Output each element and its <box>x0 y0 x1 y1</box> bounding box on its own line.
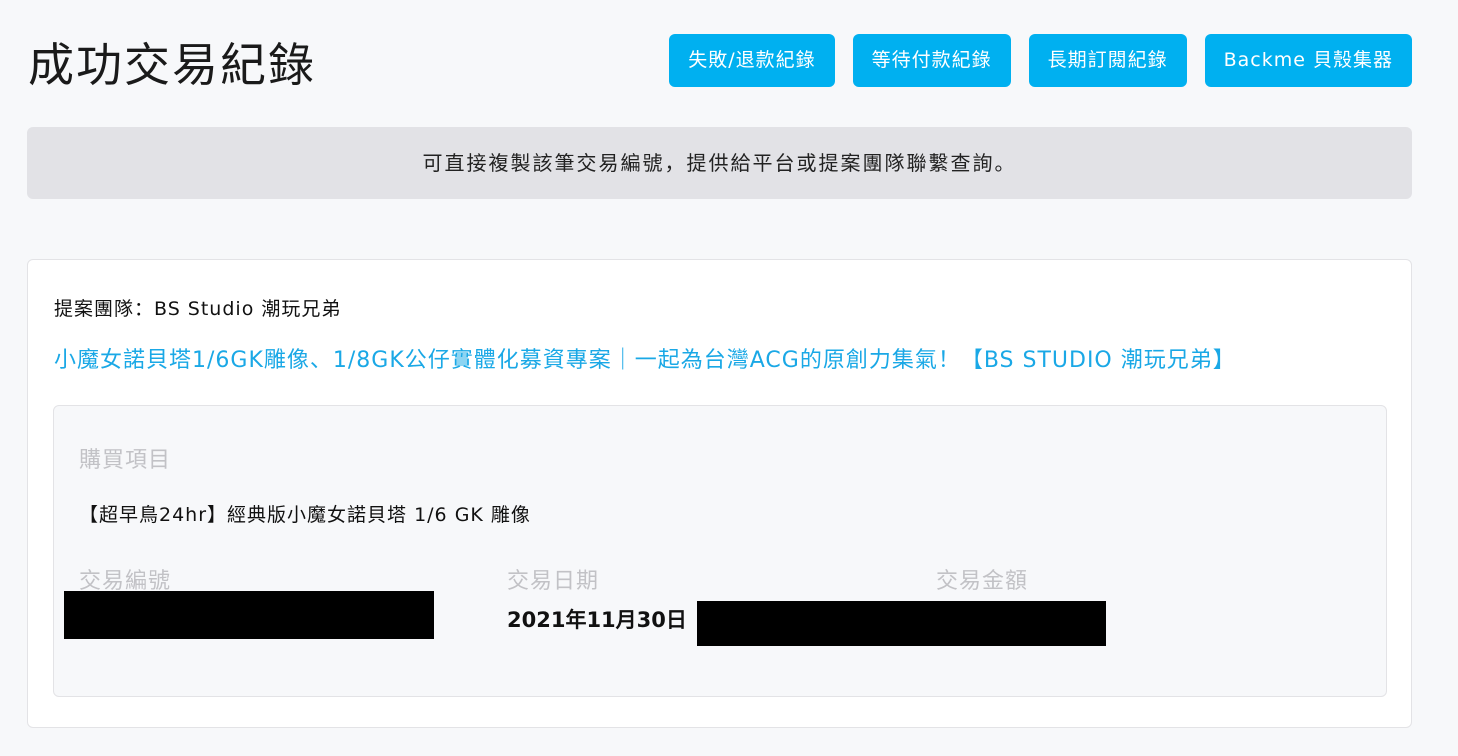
page-title: 成功交易紀錄 <box>28 38 316 92</box>
project-title-link[interactable]: 小魔女諾貝塔1/6GK雕像、1/8GK公仔實體化募資專案｜一起為台灣ACG的原創… <box>54 342 1236 374</box>
transaction-id-redaction <box>64 591 434 639</box>
purchase-item-label: 購買項目 <box>79 448 172 473</box>
purchase-item-name: 【超早鳥24hr】經典版小魔女諾貝塔 1/6 GK 雕像 <box>79 504 531 526</box>
nav-button-group: 失敗/退款紀錄 等待付款紀錄 長期訂閱紀錄 Backme 貝殼集器 <box>669 34 1412 87</box>
transaction-detail-panel: 購買項目 【超早鳥24hr】經典版小魔女諾貝塔 1/6 GK 雕像 交易編號 交… <box>53 405 1387 697</box>
transaction-time-amount-redaction <box>697 601 1106 646</box>
transaction-date-label: 交易日期 <box>507 569 600 594</box>
transaction-amount-label: 交易金額 <box>936 569 1029 594</box>
notice-banner: 可直接複製該筆交易編號，提供給平台或提案團隊聯繫查詢。 <box>27 127 1412 199</box>
failed-refund-records-button[interactable]: 失敗/退款紀錄 <box>669 34 835 87</box>
proposal-team-line: 提案團隊：BS Studio 潮玩兄弟 <box>54 298 342 320</box>
subscription-records-button[interactable]: 長期訂閱紀錄 <box>1028 34 1187 87</box>
backme-shell-collector-button[interactable]: Backme 貝殼集器 <box>1204 34 1412 87</box>
transaction-card: 提案團隊：BS Studio 潮玩兄弟 小魔女諾貝塔1/6GK雕像、1/8GK公… <box>27 259 1412 728</box>
pending-payment-records-button[interactable]: 等待付款紀錄 <box>852 34 1011 87</box>
transaction-date-value: 2021年11月30日 <box>507 608 687 632</box>
